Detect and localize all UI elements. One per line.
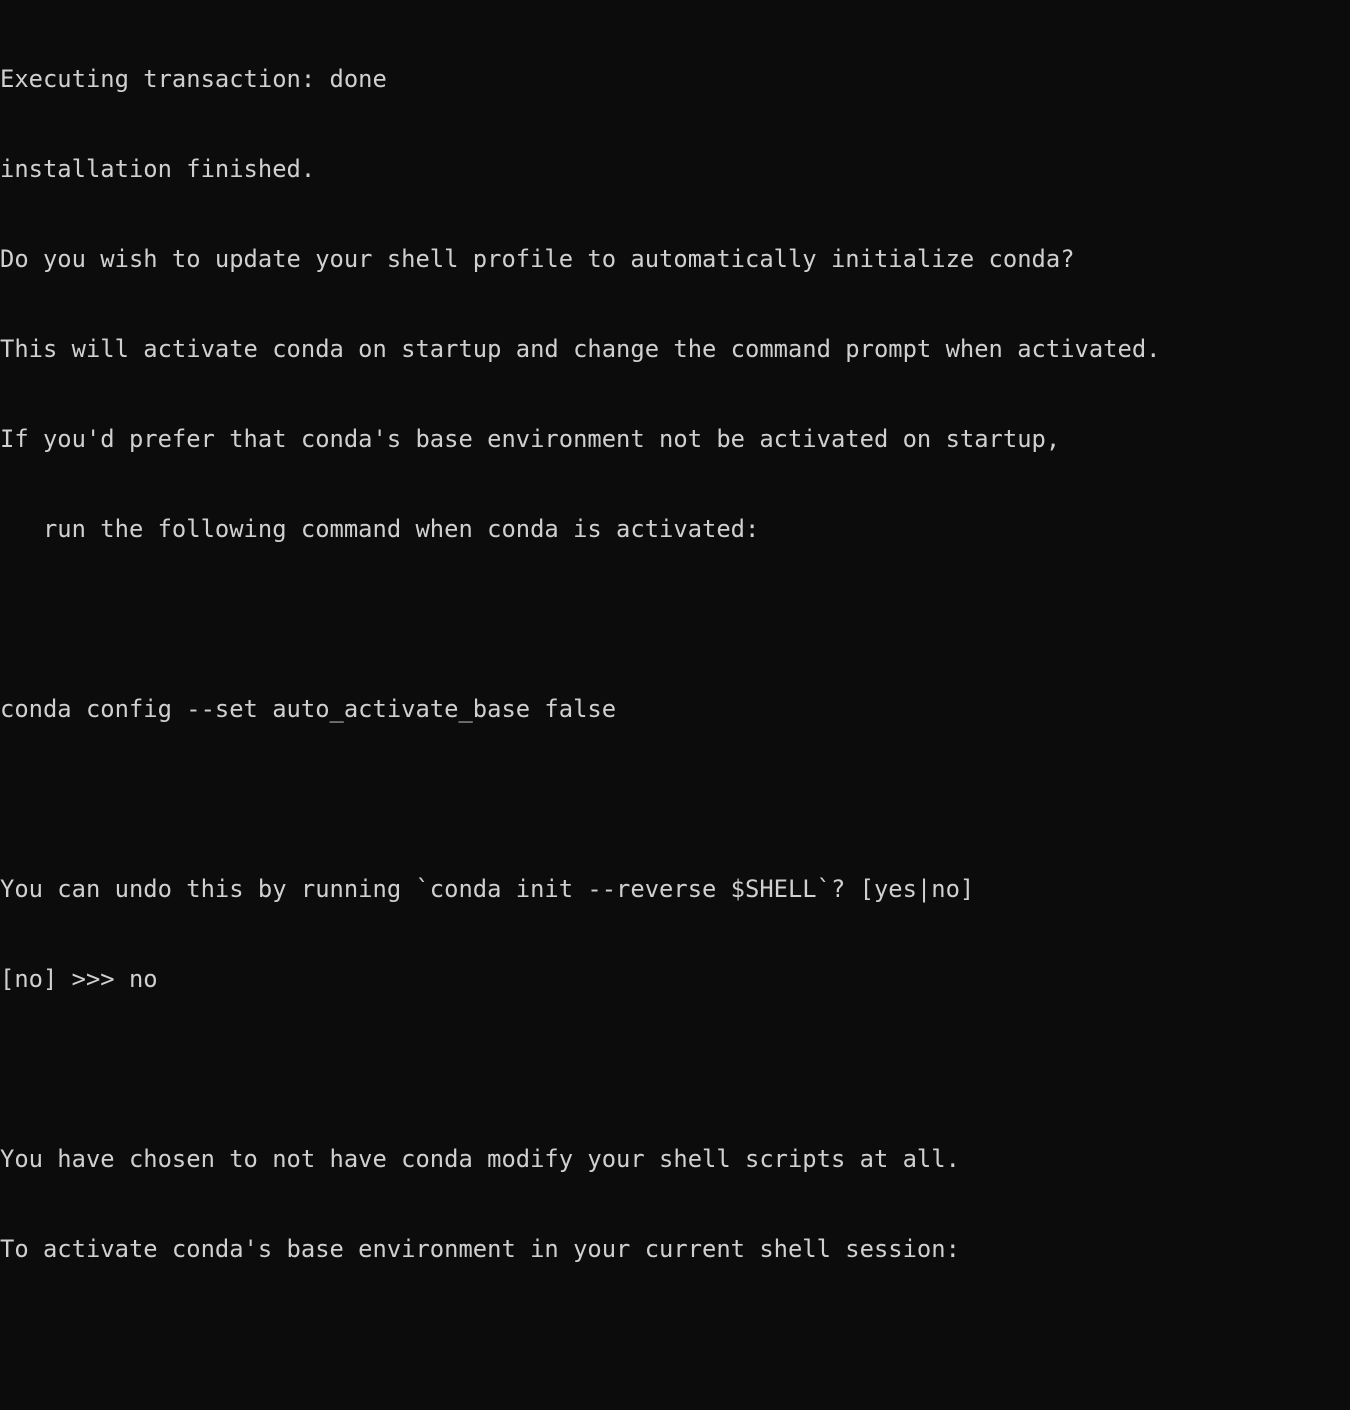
terminal-line: You have chosen to not have conda modify… <box>0 1145 960 1173</box>
terminal-line-answer: [no] >>> no <box>0 965 158 993</box>
terminal-line: Executing transaction: done <box>0 65 387 93</box>
terminal-line: You can undo this by running `conda init… <box>0 875 975 903</box>
terminal-line: Do you wish to update your shell profile… <box>0 245 1075 273</box>
terminal-line: installation finished. <box>0 155 316 183</box>
terminal-line: To activate conda's base environment in … <box>0 1235 960 1263</box>
terminal-line: If you'd prefer that conda's base enviro… <box>0 425 1061 453</box>
terminal-line: run the following command when conda is … <box>0 515 760 543</box>
terminal-screen[interactable]: Executing transaction: done installation… <box>0 0 1350 1263</box>
terminal-line: This will activate conda on startup and … <box>0 335 1161 363</box>
terminal-line-command: conda config --set auto_activate_base fa… <box>0 695 617 723</box>
